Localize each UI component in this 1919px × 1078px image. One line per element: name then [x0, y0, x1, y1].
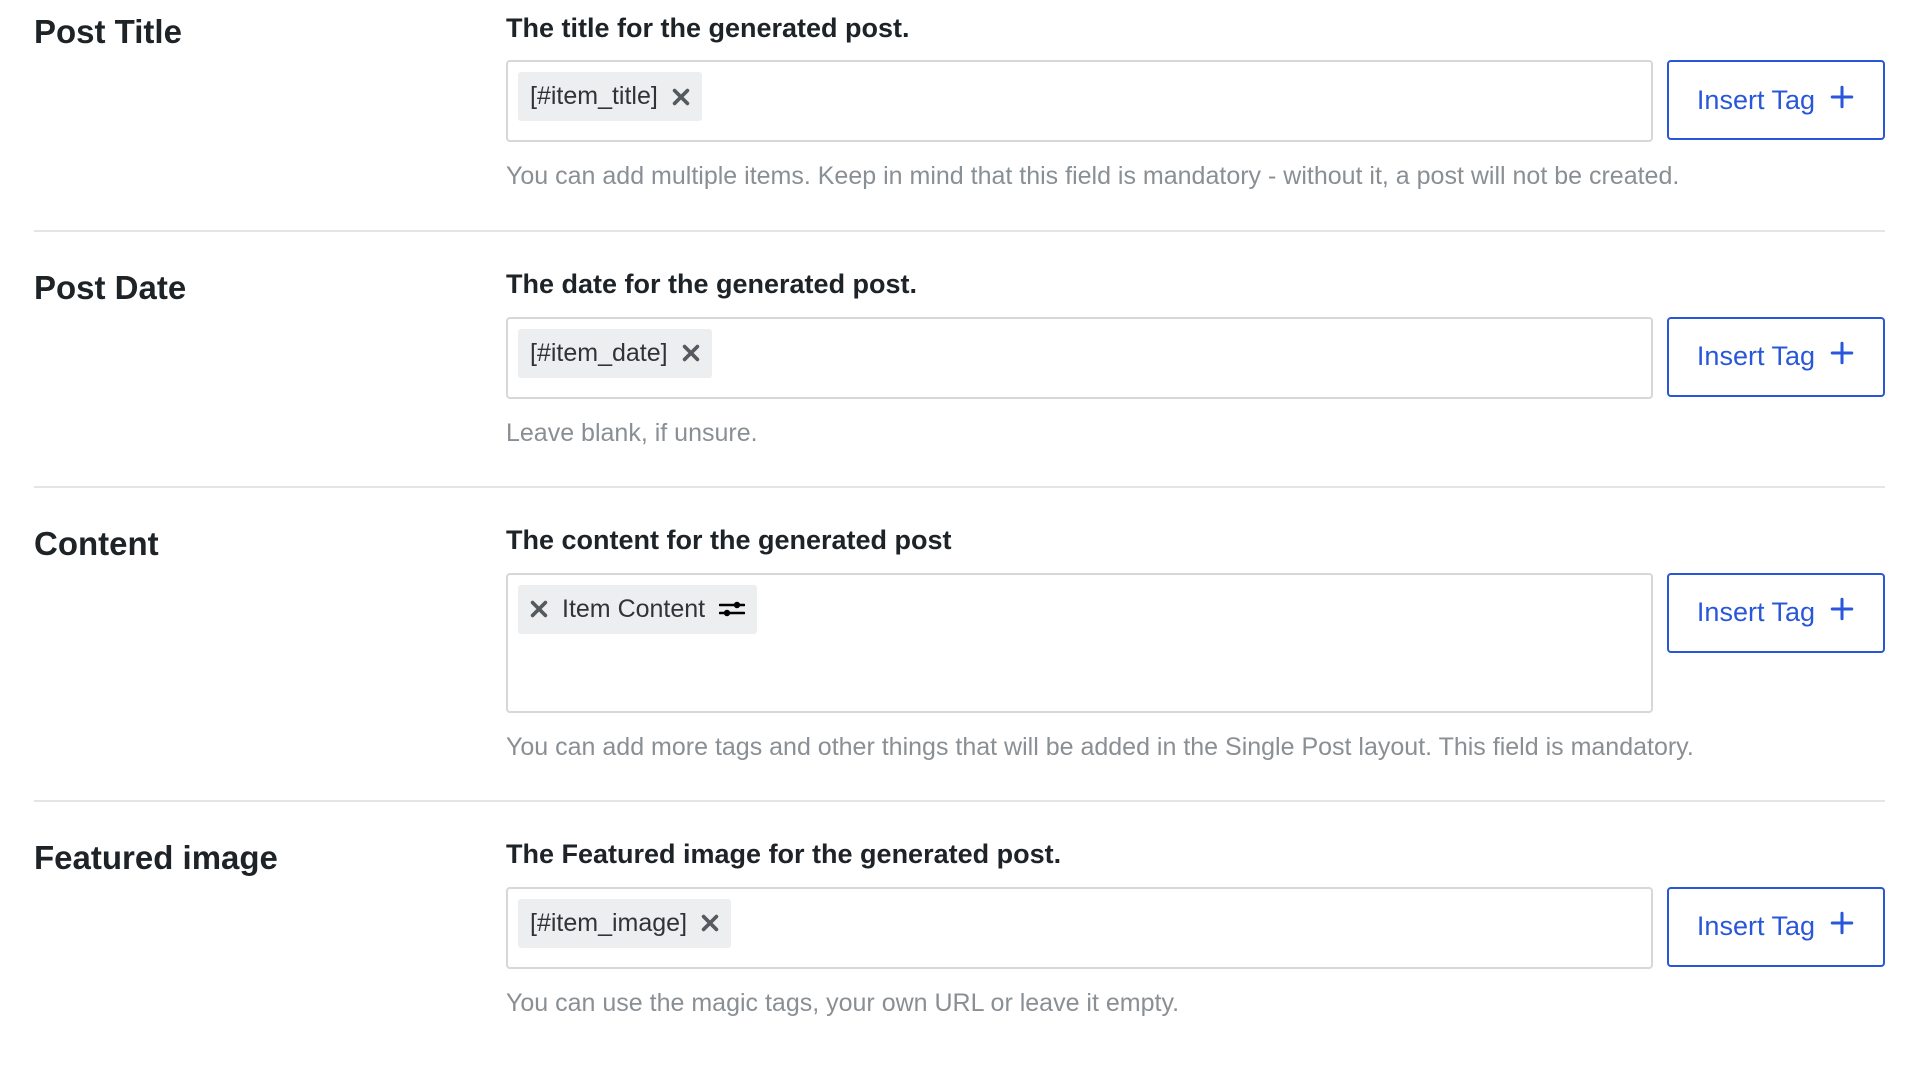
- plus-icon: [1829, 340, 1855, 373]
- section-content: Content The content for the generated po…: [34, 488, 1885, 802]
- insert-tag-label: Insert Tag: [1697, 597, 1815, 628]
- section-post-date: Post Date The date for the generated pos…: [34, 232, 1885, 488]
- section-description: The Featured image for the generated pos…: [506, 838, 1885, 870]
- section-featured-image: Featured image The Featured image for th…: [34, 802, 1885, 1020]
- plus-icon: [1829, 910, 1855, 943]
- section-help: You can add more tags and other things t…: [506, 731, 1885, 765]
- tag-chip-item-image[interactable]: [#item_image]: [518, 899, 731, 948]
- section-description: The content for the generated post: [506, 524, 1885, 556]
- tag-chip-item-content[interactable]: Item Content: [518, 585, 757, 634]
- insert-tag-button[interactable]: Insert Tag: [1667, 573, 1885, 653]
- chip-label: [#item_date]: [530, 339, 668, 368]
- content-input[interactable]: Item Content: [506, 573, 1653, 713]
- section-controls: [#item_title] Insert Tag: [506, 60, 1885, 142]
- post-date-input[interactable]: [#item_date]: [506, 317, 1653, 399]
- section-label-wrap: Featured image: [34, 838, 506, 1020]
- section-help: You can use the magic tags, your own URL…: [506, 987, 1885, 1021]
- insert-tag-label: Insert Tag: [1697, 341, 1815, 372]
- section-label: Featured image: [34, 838, 506, 878]
- section-label-wrap: Content: [34, 524, 506, 764]
- section-label-wrap: Post Title: [34, 12, 506, 194]
- section-main: The date for the generated post. [#item_…: [506, 268, 1885, 450]
- insert-tag-button[interactable]: Insert Tag: [1667, 317, 1885, 397]
- section-main: The Featured image for the generated pos…: [506, 838, 1885, 1020]
- section-help: You can add multiple items. Keep in mind…: [506, 160, 1885, 194]
- close-icon[interactable]: [701, 914, 719, 932]
- insert-tag-label: Insert Tag: [1697, 911, 1815, 942]
- tag-chip-item-date[interactable]: [#item_date]: [518, 329, 712, 378]
- close-icon[interactable]: [682, 344, 700, 362]
- sliders-icon[interactable]: [719, 600, 745, 618]
- section-help: Leave blank, if unsure.: [506, 417, 1885, 451]
- close-icon[interactable]: [530, 600, 548, 618]
- plus-icon: [1829, 596, 1855, 629]
- section-controls: [#item_date] Insert Tag: [506, 317, 1885, 399]
- section-main: The title for the generated post. [#item…: [506, 12, 1885, 194]
- section-label: Post Title: [34, 12, 506, 52]
- section-description: The date for the generated post.: [506, 268, 1885, 300]
- section-description: The title for the generated post.: [506, 12, 1885, 44]
- section-label: Post Date: [34, 268, 506, 308]
- section-label: Content: [34, 524, 506, 564]
- plus-icon: [1829, 84, 1855, 117]
- chip-label: [#item_title]: [530, 82, 658, 111]
- section-controls: [#item_image] Insert Tag: [506, 887, 1885, 969]
- featured-image-input[interactable]: [#item_image]: [506, 887, 1653, 969]
- insert-tag-button[interactable]: Insert Tag: [1667, 60, 1885, 140]
- close-icon[interactable]: [672, 88, 690, 106]
- section-controls: Item Content Insert Tag: [506, 573, 1885, 713]
- section-label-wrap: Post Date: [34, 268, 506, 450]
- insert-tag-label: Insert Tag: [1697, 85, 1815, 116]
- insert-tag-button[interactable]: Insert Tag: [1667, 887, 1885, 967]
- section-post-title: Post Title The title for the generated p…: [34, 12, 1885, 232]
- post-title-input[interactable]: [#item_title]: [506, 60, 1653, 142]
- chip-label: Item Content: [562, 595, 705, 624]
- tag-chip-item-title[interactable]: [#item_title]: [518, 72, 702, 121]
- chip-label: [#item_image]: [530, 909, 687, 938]
- section-main: The content for the generated post Item …: [506, 524, 1885, 764]
